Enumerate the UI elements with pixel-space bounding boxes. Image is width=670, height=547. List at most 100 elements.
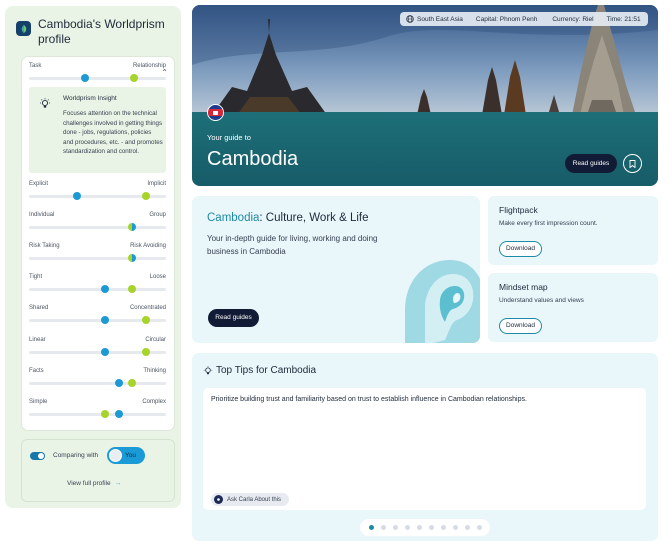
dimension-track bbox=[29, 288, 166, 291]
dimension-track bbox=[29, 257, 166, 260]
dimension-right-label: Thinking bbox=[143, 368, 166, 374]
guide-label: Your guide to bbox=[207, 133, 251, 142]
culture-title: Cambodia: Culture, Work & Life bbox=[207, 212, 369, 224]
mindset-download-button[interactable]: Download bbox=[499, 318, 542, 334]
currency-label: Currency: bbox=[552, 15, 581, 23]
mindset-map-card: Mindset map Understand values and views … bbox=[488, 273, 658, 342]
pagination-dot[interactable] bbox=[392, 525, 398, 530]
flightpack-subtitle: Make every first impression count. bbox=[499, 220, 598, 227]
prism-graphic-icon bbox=[405, 260, 480, 343]
pagination-dot[interactable] bbox=[404, 525, 410, 530]
profile-header: Cambodia's Worldprism profile bbox=[16, 17, 168, 47]
profile-title: Cambodia's Worldprism profile bbox=[38, 17, 165, 46]
dimension-risk[interactable]: Risk Taking Risk Avoiding bbox=[29, 243, 166, 267]
tip-text: Prioritize building trust and familiarit… bbox=[211, 396, 527, 403]
overlap-marker bbox=[128, 223, 136, 231]
flightpack-download-button[interactable]: Download bbox=[499, 241, 542, 257]
dimension-simple-complex[interactable]: Simple Complex bbox=[29, 399, 166, 423]
dimension-tight-loose[interactable]: Tight Loose bbox=[29, 274, 166, 298]
lightbulb-icon bbox=[40, 98, 50, 108]
country-marker bbox=[73, 192, 81, 200]
country-marker bbox=[115, 379, 123, 387]
view-full-profile-label: View full profile bbox=[67, 480, 111, 487]
ask-carla-button[interactable]: Ask Carla About this bbox=[211, 493, 290, 506]
culture-read-guides-button[interactable]: Read guides bbox=[208, 309, 259, 327]
compare-target-label: You bbox=[125, 452, 136, 459]
time-value: 21:51 bbox=[624, 15, 641, 23]
comparing-label: Comparing with bbox=[53, 452, 99, 459]
you-marker bbox=[142, 348, 150, 356]
flightpack-card: Flightpack Make every first impression c… bbox=[488, 196, 658, 265]
assistant-icon bbox=[214, 495, 223, 504]
you-marker bbox=[130, 74, 138, 82]
country-info-bar: South East Asia Capital: Phnom Penh Curr… bbox=[400, 12, 648, 26]
dimension-left-label: Risk Taking bbox=[29, 243, 60, 249]
overlap-marker bbox=[128, 254, 136, 262]
culture-guide-card: Cambodia: Culture, Work & Life Your in-d… bbox=[192, 196, 480, 343]
hero-read-guides-button[interactable]: Read guides bbox=[565, 154, 617, 173]
view-full-profile-link[interactable]: View full profile → bbox=[67, 480, 121, 487]
profile-panel: Cambodia's Worldprism profile Task Relat… bbox=[5, 6, 181, 508]
compare-target-pill[interactable]: You bbox=[107, 447, 145, 464]
you-marker bbox=[101, 410, 109, 418]
region-value: South East Asia bbox=[417, 15, 463, 23]
collapse-chevron-icon[interactable]: ⌃ bbox=[161, 68, 168, 77]
dimension-shared-concentrated[interactable]: Shared Concentrated bbox=[29, 305, 166, 329]
arrow-right-icon: → bbox=[114, 480, 122, 487]
pagination-dot[interactable] bbox=[380, 525, 386, 530]
pagination-dot[interactable] bbox=[452, 525, 458, 530]
dimension-right-label: Concentrated bbox=[129, 305, 166, 311]
dimension-track bbox=[29, 413, 166, 416]
pagination-dot[interactable] bbox=[368, 525, 374, 530]
dimension-linear-circular[interactable]: Linear Circular bbox=[29, 337, 166, 361]
culture-subtitle: Your in-depth guide for living, working … bbox=[207, 234, 378, 256]
tip-card: Prioritize building trust and familiarit… bbox=[203, 388, 646, 510]
pagination-dot[interactable] bbox=[428, 525, 434, 530]
dimension-right-label: Circular bbox=[145, 337, 166, 343]
culture-title-country: Cambodia bbox=[207, 212, 260, 224]
mindset-title: Mindset map bbox=[499, 282, 548, 292]
dimension-explicit-implicit[interactable]: Explicit Implicit bbox=[29, 181, 166, 205]
pagination-dot[interactable] bbox=[416, 525, 422, 530]
bookmark-icon bbox=[629, 159, 636, 168]
region-info: South East Asia bbox=[406, 15, 463, 23]
dimension-left-label: Explicit bbox=[29, 181, 49, 187]
dimension-left-label: Shared bbox=[29, 305, 49, 311]
capital-info: Capital: Phnom Penh bbox=[476, 16, 537, 23]
worldprism-insight: Worldprism Insight Focuses attention on … bbox=[29, 87, 166, 173]
pagination-dot[interactable] bbox=[476, 525, 482, 530]
compare-toggle[interactable] bbox=[30, 452, 45, 460]
tips-title: Top Tips for Cambodia bbox=[216, 365, 317, 376]
dimension-facts-thinking[interactable]: Facts Thinking bbox=[29, 368, 166, 392]
dimension-left-label: Simple bbox=[29, 399, 48, 405]
dimension-right-label: Group bbox=[149, 212, 166, 218]
capital-label: Capital: bbox=[475, 15, 498, 23]
dimension-track bbox=[29, 382, 166, 385]
pagination-dot[interactable] bbox=[464, 525, 470, 530]
pagination-dot[interactable] bbox=[440, 525, 446, 530]
lightbulb-icon bbox=[203, 366, 213, 375]
dimension-track bbox=[29, 77, 166, 80]
dimension-right-label: Complex bbox=[142, 399, 166, 405]
ask-carla-label: Ask Carla About this bbox=[227, 496, 282, 503]
dimension-left-label: Linear bbox=[29, 337, 46, 343]
dimensions-card: Task Relationship ⌃ Worldprism Insight F… bbox=[21, 56, 175, 431]
country-marker bbox=[115, 410, 123, 418]
bookmark-button[interactable] bbox=[623, 154, 642, 173]
dimension-task-relationship[interactable]: Task Relationship bbox=[29, 63, 166, 87]
currency-value: Riel bbox=[582, 15, 594, 23]
time-info: Time: 21:51 bbox=[607, 16, 641, 23]
worldprism-logo-icon bbox=[16, 21, 31, 36]
comparison-box: Comparing with You View full profile → bbox=[21, 439, 175, 502]
culture-title-rest: : Culture, Work & Life bbox=[259, 212, 369, 224]
dimension-left-label: Tight bbox=[29, 274, 43, 280]
you-marker bbox=[142, 316, 150, 324]
mindset-subtitle: Understand values and views bbox=[499, 297, 584, 304]
dimension-right-label: Risk Avoiding bbox=[130, 243, 166, 249]
dimension-left-label: Facts bbox=[29, 368, 44, 374]
country-marker bbox=[81, 74, 89, 82]
country-name: Cambodia bbox=[207, 148, 299, 170]
dimension-individual-group[interactable]: Individual Group bbox=[29, 212, 166, 236]
globe-icon bbox=[406, 15, 414, 23]
capital-value: Phnom Penh bbox=[499, 15, 538, 23]
